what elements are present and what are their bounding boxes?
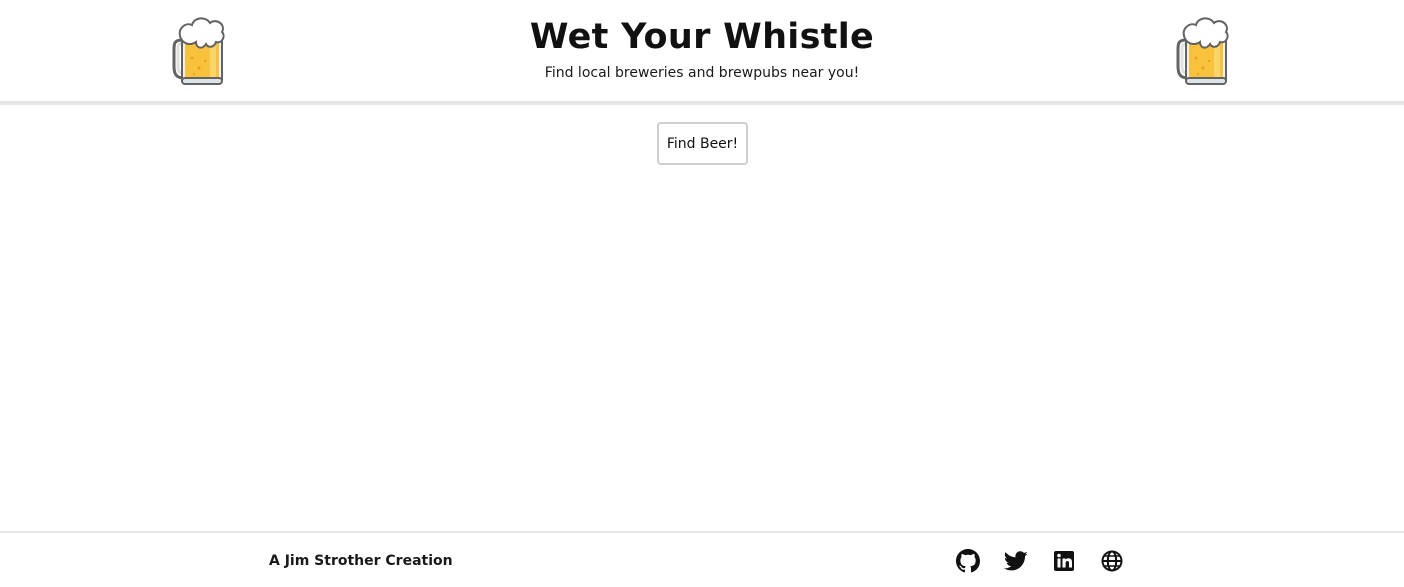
find-beer-button[interactable]: Find Beer! <box>657 122 748 165</box>
website-link[interactable] <box>1100 549 1124 573</box>
linkedin-link[interactable] <box>1052 549 1076 573</box>
github-icon <box>956 549 980 573</box>
twitter-link[interactable] <box>1004 549 1028 573</box>
github-link[interactable] <box>956 549 980 573</box>
header-divider <box>0 101 1404 105</box>
footer-divider <box>0 531 1404 533</box>
twitter-icon <box>1004 551 1028 571</box>
footer-credit: A Jim Strother Creation <box>269 553 453 569</box>
linkedin-icon <box>1054 551 1074 571</box>
globe-icon <box>1101 550 1123 572</box>
beer-mug-icon <box>1176 17 1229 85</box>
page: Wet Your Whistle Find local breweries an… <box>0 0 1404 587</box>
site-header: Wet Your Whistle Find local breweries an… <box>0 0 1404 101</box>
